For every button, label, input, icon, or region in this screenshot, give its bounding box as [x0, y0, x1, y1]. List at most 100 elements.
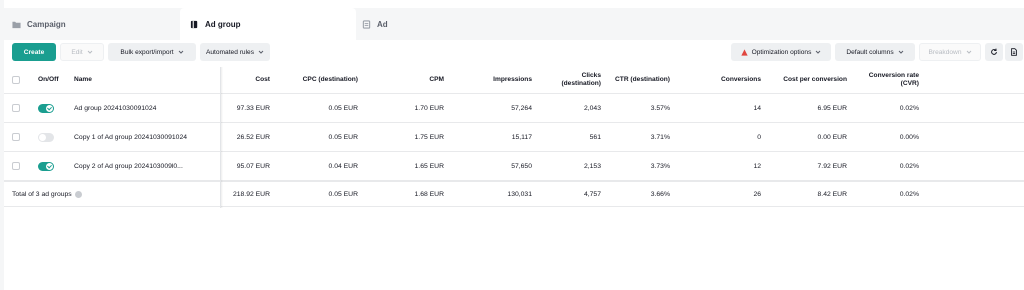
status-toggle[interactable]: [38, 132, 54, 142]
cell-impressions-value: 15,117: [511, 133, 532, 141]
status-toggle[interactable]: [38, 161, 54, 171]
breakdown-button[interactable]: Breakdown: [919, 43, 981, 61]
header-cpconv-label: Cost per conversion: [783, 75, 847, 83]
row-checkbox[interactable]: [12, 133, 20, 141]
cell-cvr: 0.00%: [852, 123, 919, 151]
cell-conversions: 14: [680, 94, 761, 122]
default-columns-button[interactable]: Default columns: [835, 43, 915, 61]
cell-clicks: 2,043: [544, 94, 601, 122]
cell-conversions-value: 12: [753, 162, 761, 170]
header-onoff-label: On/Off: [38, 75, 59, 83]
header-impressions[interactable]: Impressions: [454, 67, 532, 93]
total-cpc: 0.05 EUR: [274, 182, 358, 206]
cell-cost-value: 95.07 EUR: [236, 162, 270, 170]
status-toggle-cell[interactable]: [38, 123, 68, 151]
cell-ctr-value: 3.71%: [650, 133, 670, 141]
cell-cvr-value: 0.02%: [899, 162, 919, 170]
header-cost[interactable]: Cost: [224, 67, 270, 93]
cell-ctr: 3.73%: [609, 152, 670, 180]
header-cvr[interactable]: Conversion rate (CVR): [852, 67, 919, 93]
total-cvr-value: 0.02%: [899, 190, 919, 198]
cell-cpm-value: 1.70 EUR: [414, 104, 444, 112]
select-all-checkbox[interactable]: [12, 76, 20, 84]
cell-cpconv: 6.95 EUR: [774, 94, 847, 122]
header-conversions[interactable]: Conversions: [680, 67, 761, 93]
chevron-down-icon: [816, 50, 821, 54]
tab-ad-label: Ad: [377, 19, 388, 29]
total-ctr-value: 3.66%: [650, 190, 670, 198]
tab-ad-group[interactable]: Ad group: [180, 8, 356, 40]
total-clicks: 4,757: [544, 182, 601, 206]
cell-conversions: 12: [680, 152, 761, 180]
table-header: On/Off Name Cost CPC (destination) CPM I…: [4, 67, 1024, 94]
info-icon[interactable]: [74, 190, 82, 198]
header-cpc-label: CPC (destination): [302, 75, 358, 83]
export-button[interactable]: [1005, 43, 1023, 61]
cell-cpm-value: 1.65 EUR: [414, 162, 444, 170]
select-all-cell[interactable]: [12, 67, 24, 93]
table-row[interactable]: Copy 2 of Ad group 2024103009l0... 95.07 …: [4, 152, 1024, 181]
automated-rules-button[interactable]: Automated rules: [200, 43, 270, 61]
rules-label: Automated rules: [205, 48, 254, 56]
cell-cpconv: 0.00 EUR: [774, 123, 847, 151]
status-toggle[interactable]: [38, 103, 54, 113]
header-clicks-label: Clicks (destination): [561, 71, 601, 88]
edit-button[interactable]: Edit: [60, 43, 104, 61]
cell-cpconv-value: 0.00 EUR: [817, 133, 847, 141]
row-select-cell[interactable]: [12, 94, 24, 122]
table-row[interactable]: Ad group 20241030091024 97.33 EUR 0.05 EUR…: [4, 94, 1024, 123]
header-name[interactable]: Name: [74, 67, 134, 93]
total-cvr: 0.02%: [852, 182, 919, 206]
page: Campaign Ad group Ad Create Edit Bulk ex…: [4, 0, 1024, 290]
folder-icon: [12, 21, 21, 28]
cell-cost-value: 97.33 EUR: [236, 104, 270, 112]
tab-campaign[interactable]: Campaign: [12, 8, 180, 40]
header-cpc[interactable]: CPC (destination): [274, 67, 358, 93]
header-ctr[interactable]: CTR (destination): [609, 67, 670, 93]
cell-cpconv: 7.92 EUR: [774, 152, 847, 180]
warning-icon: [740, 48, 748, 56]
header-cpm[interactable]: CPM: [364, 67, 444, 93]
cell-cvr: 0.02%: [852, 94, 919, 122]
header-cost-per-conversion[interactable]: Cost per conversion: [774, 67, 847, 93]
cell-cost: 95.07 EUR: [224, 152, 270, 180]
header-clicks[interactable]: Clicks (destination): [544, 67, 601, 93]
header-cpm-label: CPM: [429, 75, 444, 83]
cell-cpc-value: 0.05 EUR: [328, 133, 358, 141]
row-select-cell[interactable]: [12, 123, 24, 151]
toggle-knob: [46, 162, 53, 170]
total-cost: 218.92 EUR: [224, 182, 270, 206]
refresh-icon: [991, 48, 997, 55]
ad-group-name[interactable]: Copy 2 of Ad group 2024103009l0...: [74, 152, 214, 180]
ad-group-name[interactable]: Copy 1 of Ad group 20241030091024: [74, 123, 214, 151]
cell-cost: 97.33 EUR: [224, 94, 270, 122]
cell-cvr: 0.02%: [852, 152, 919, 180]
row-checkbox[interactable]: [12, 162, 20, 170]
header-cvr-label: Conversion rate (CVR): [868, 71, 919, 88]
total-row: Total of 3 ad groups 218.92 EUR 0.05 EUR 1.…: [4, 181, 1024, 207]
ad-icon: [362, 19, 371, 29]
cell-clicks-value: 2,043: [583, 104, 601, 112]
cell-cpm: 1.70 EUR: [364, 94, 444, 122]
tab-ad[interactable]: Ad: [362, 8, 442, 40]
cell-ctr: 3.71%: [609, 123, 670, 151]
total-label-cell: Total of 3 ad groups: [12, 182, 212, 206]
create-button[interactable]: Create: [12, 43, 56, 61]
row-checkbox[interactable]: [12, 104, 20, 112]
refresh-button[interactable]: [985, 43, 1003, 61]
header-impressions-label: Impressions: [493, 75, 532, 83]
total-clicks-value: 4,757: [583, 190, 601, 198]
tab-campaign-label: Campaign: [27, 19, 66, 29]
cell-conversions-value: 14: [753, 104, 761, 112]
cell-cpc: 0.04 EUR: [274, 152, 358, 180]
cell-impressions-value: 57,264: [511, 104, 532, 112]
cell-clicks: 561: [544, 123, 601, 151]
status-toggle-cell[interactable]: [38, 152, 68, 180]
header-conversions-label: Conversions: [721, 75, 761, 83]
ad-group-name[interactable]: Ad group 20241030091024: [74, 94, 214, 122]
row-select-cell[interactable]: [12, 152, 24, 180]
optimization-options-button[interactable]: Optimization options: [731, 43, 831, 61]
table-row[interactable]: Copy 1 of Ad group 20241030091024 26.52 E…: [4, 123, 1024, 152]
bulk-export-import-button[interactable]: Bulk export/import: [108, 43, 196, 61]
status-toggle-cell[interactable]: [38, 94, 68, 122]
